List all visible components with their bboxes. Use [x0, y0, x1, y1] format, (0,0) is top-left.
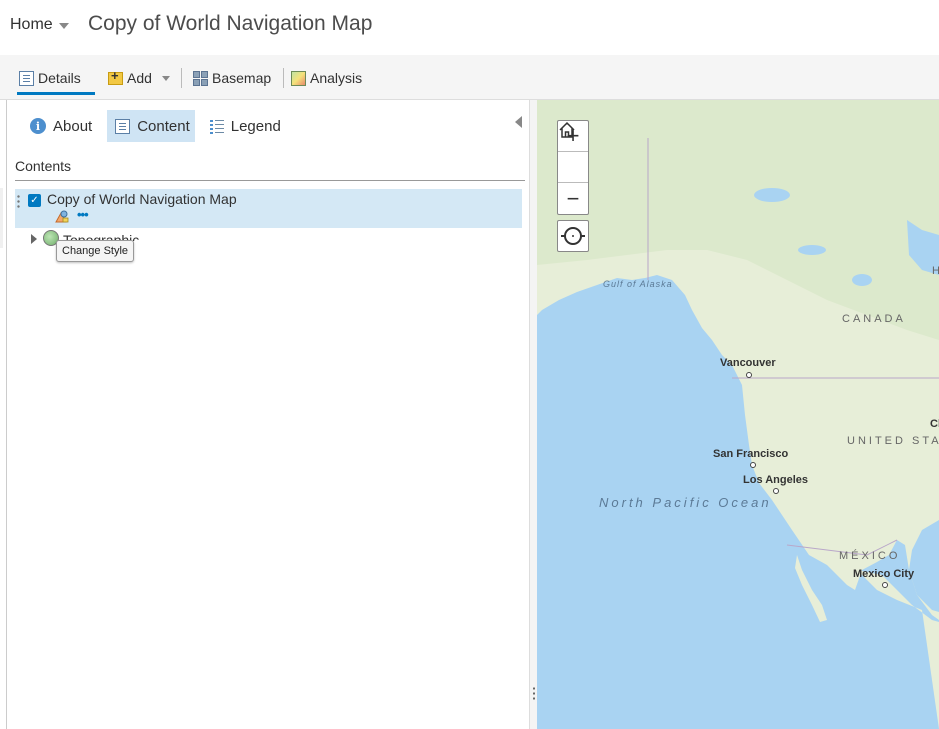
- locate-button[interactable]: [557, 220, 589, 252]
- city-marker: [746, 372, 752, 378]
- basemap-label: Basemap: [212, 70, 272, 86]
- layer-visibility-checkbox[interactable]: ✓: [28, 194, 41, 207]
- panel-tabs: i About Content Legend: [25, 110, 286, 142]
- map-zoom-controls: + −: [557, 120, 589, 215]
- basemap-icon: [193, 70, 208, 86]
- info-icon: i: [30, 118, 46, 134]
- more-options-icon[interactable]: •••: [77, 208, 89, 221]
- home-label: Home: [10, 16, 53, 33]
- los-angeles-label: Los Angeles: [743, 474, 808, 486]
- pacific-ocean-label: North Pacific Ocean: [599, 495, 772, 510]
- add-label: Add: [127, 70, 152, 86]
- active-tab-indicator: [17, 92, 95, 95]
- analysis-label: Analysis: [310, 70, 363, 86]
- tab-legend-label: Legend: [230, 117, 281, 135]
- tooltip: Change Style: [56, 240, 135, 262]
- city-marker: [750, 462, 756, 468]
- add-icon: [108, 68, 123, 85]
- chevron-down-icon: [161, 75, 170, 81]
- add-button[interactable]: Add: [108, 67, 170, 89]
- change-style-icon[interactable]: [55, 210, 69, 223]
- analysis-icon: [291, 70, 306, 86]
- mexico-city-label: Mexico City: [853, 568, 915, 580]
- divider: [15, 180, 525, 181]
- home-menu[interactable]: Home: [10, 16, 69, 34]
- mexico-label: MÉXICO: [839, 550, 901, 562]
- content-icon: [115, 118, 131, 134]
- city-marker: [773, 488, 779, 494]
- tab-about[interactable]: i About: [25, 110, 97, 142]
- city-marker: [882, 582, 888, 588]
- legend-icon: [209, 119, 224, 134]
- analysis-button[interactable]: Analysis: [291, 67, 362, 89]
- gulf-of-alaska-label: Gulf of Alaska: [603, 279, 673, 289]
- partial-city-label: Cl: [930, 418, 939, 430]
- usa-label: UNITED STATES: [847, 435, 939, 447]
- details-label: Details: [38, 70, 81, 86]
- toolbar: Details Add Basemap Analysis: [0, 55, 939, 100]
- contents-heading: Contents: [15, 158, 72, 174]
- chevron-down-icon: [58, 23, 69, 29]
- toolbar-divider: [181, 68, 182, 88]
- tab-content-label: Content: [137, 117, 190, 135]
- expand-arrow-icon[interactable]: [31, 234, 37, 244]
- panel-splitter[interactable]: [529, 100, 537, 729]
- page-title: Copy of World Navigation Map: [88, 12, 373, 35]
- map-view[interactable]: + − Gulf of Alaska CANADA UNITED STATES …: [537, 100, 939, 729]
- locate-icon: [561, 227, 585, 245]
- tab-about-label: About: [53, 117, 93, 135]
- app-header: Home Copy of World Navigation Map: [0, 0, 939, 55]
- vancouver-label: Vancouver: [720, 357, 776, 369]
- zoom-out-button[interactable]: −: [558, 183, 588, 214]
- partial-map-label: H: [932, 265, 939, 277]
- content-panel: i About Content Legend Contents ✓ Copy o…: [6, 100, 529, 729]
- layer-row[interactable]: ✓ Copy of World Navigation Map •••: [15, 189, 522, 228]
- home-icon: [559, 121, 575, 138]
- tab-content[interactable]: Content: [107, 110, 195, 142]
- canada-label: CANADA: [842, 313, 906, 325]
- drag-handle-icon[interactable]: [17, 194, 20, 209]
- left-edge-mark: [0, 188, 3, 248]
- details-icon: [19, 70, 34, 86]
- basemap-button[interactable]: Basemap: [193, 67, 271, 89]
- layer-name[interactable]: Copy of World Navigation Map: [47, 191, 237, 207]
- toolbar-divider: [283, 68, 284, 88]
- details-button[interactable]: Details: [19, 67, 81, 89]
- collapse-panel-icon[interactable]: [515, 116, 522, 128]
- splitter-grip-icon[interactable]: [533, 686, 535, 702]
- home-extent-button[interactable]: [558, 121, 588, 183]
- san-francisco-label: San Francisco: [713, 448, 789, 460]
- basemap-graphic: [537, 100, 939, 729]
- tab-legend[interactable]: Legend: [205, 110, 286, 142]
